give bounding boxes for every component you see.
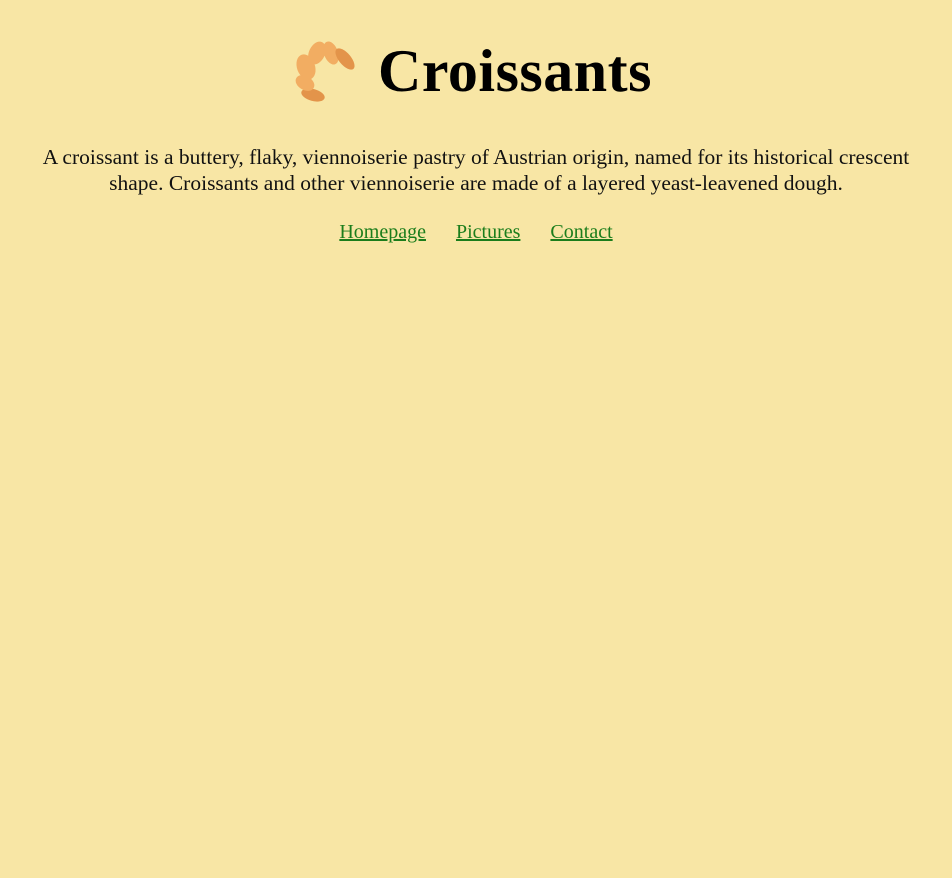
page-header: Croissants <box>0 36 952 106</box>
nav-link-pictures[interactable]: Pictures <box>456 220 520 244</box>
croissant-icon <box>295 41 355 102</box>
nav-link-contact[interactable]: Contact <box>550 220 612 244</box>
page-title: Croissants <box>378 38 652 104</box>
nav-link-homepage[interactable]: Homepage <box>339 220 426 244</box>
intro-paragraph: A croissant is a buttery, flaky, viennoi… <box>42 145 910 195</box>
main-nav: Homepage Pictures Contact <box>0 220 952 244</box>
